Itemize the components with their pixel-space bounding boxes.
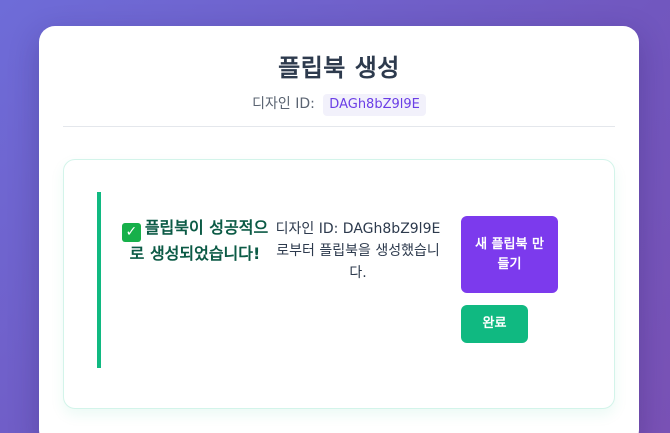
done-button[interactable]: 완료 (461, 305, 528, 343)
page-title: 플립북 생성 (278, 54, 400, 82)
design-id-row: 디자인 ID: DAGh8bZ9l9E (39, 92, 639, 116)
design-id-value: DAGh8bZ9l9E (323, 94, 426, 116)
detail-message: 디자인 ID: DAGh8bZ9l9E로부터 플립북을 생성했습니다. (275, 221, 441, 281)
success-accent-bar (97, 192, 101, 368)
design-id-label: 디자인 ID: (252, 96, 315, 112)
dialog-header: 플립북 생성 디자인 ID: DAGh8bZ9l9E (39, 26, 639, 116)
header-divider (63, 126, 615, 127)
success-panel: ✓ 플립북이 성공적으로 생성되었습니다! 디자인 ID: DAGh8bZ9l9E… (63, 159, 615, 409)
success-message: ✓ 플립북이 성공적으로 생성되었습니다! (116, 216, 274, 266)
new-flipbook-button[interactable]: 새 플립북 만들기 (461, 216, 558, 293)
flipbook-dialog: 플립북 생성 디자인 ID: DAGh8bZ9l9E ✓ 플립북이 성공적으로 생… (39, 26, 639, 433)
success-text: 플립북이 성공적으로 생성되었습니다! (129, 218, 269, 263)
check-mark-icon: ✓ (121, 223, 141, 242)
